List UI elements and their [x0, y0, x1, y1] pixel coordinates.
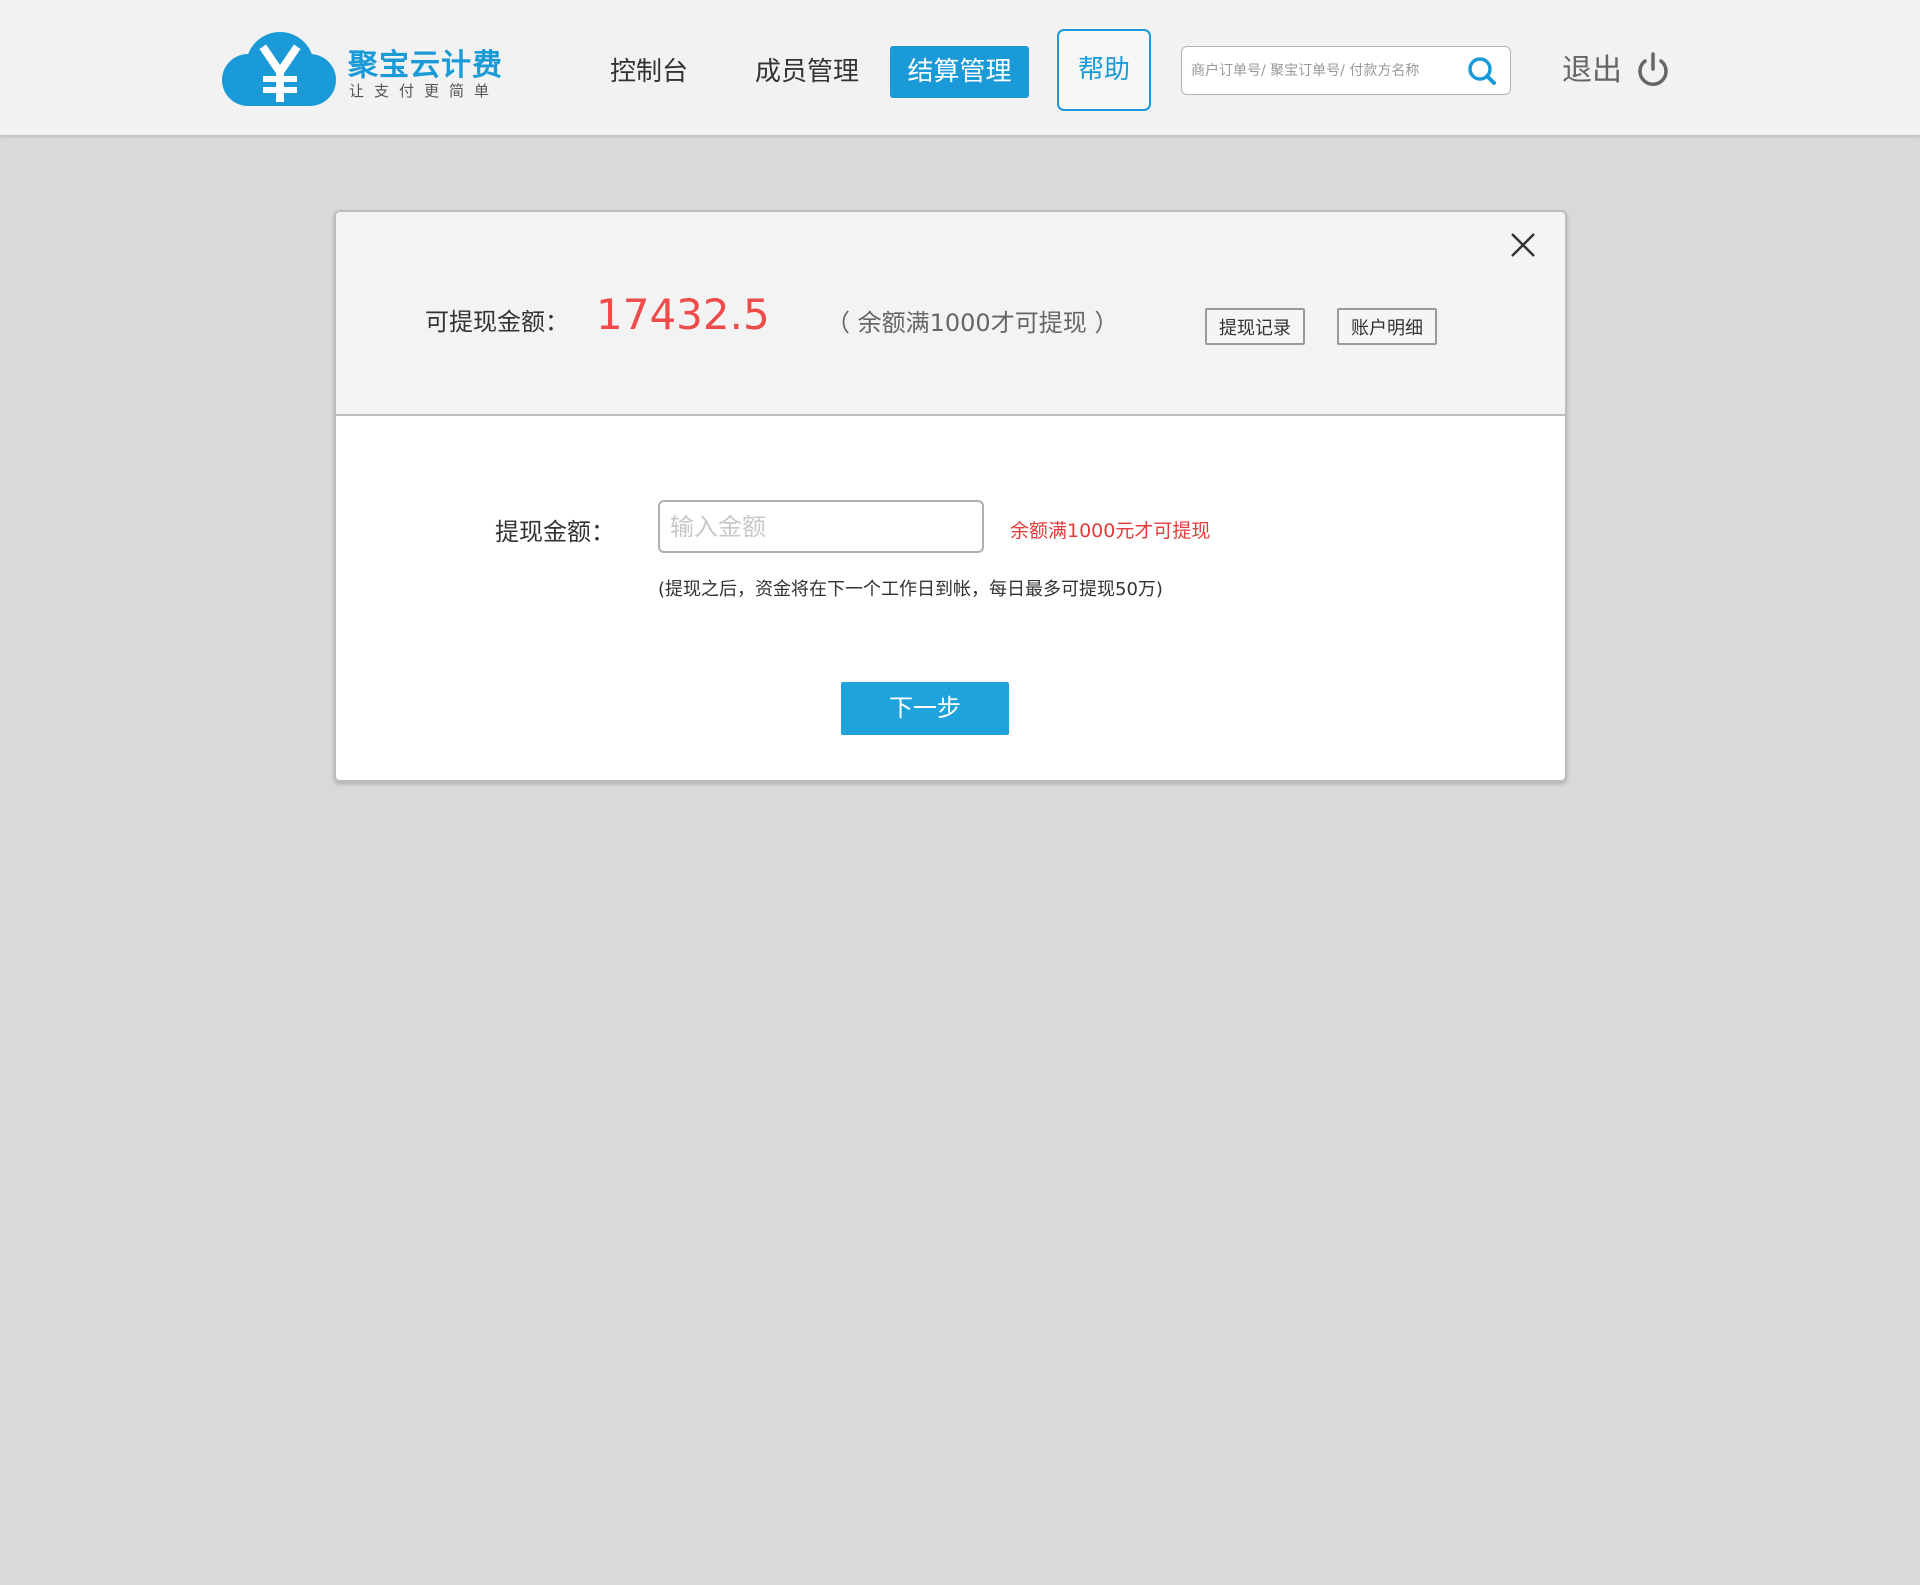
- nav-settlement[interactable]: 结算管理: [890, 46, 1029, 98]
- logo-slogan: 让支付更简单: [349, 82, 500, 100]
- cloud-yen-icon: [222, 32, 336, 106]
- withdraw-records-button[interactable]: 提现记录: [1205, 308, 1305, 345]
- logo[interactable]: 聚宝云计费 让支付更简单: [218, 32, 518, 107]
- logout-label[interactable]: 退出: [1562, 46, 1622, 96]
- withdraw-amount-hint: 余额满1000元才可提现: [1010, 520, 1211, 542]
- logo-name: 聚宝云计费: [348, 48, 503, 83]
- search-input[interactable]: [1182, 47, 1461, 94]
- close-icon[interactable]: [1507, 229, 1539, 261]
- dialog-summary: 可提现金额： 17432.5 （ 余额满1000才可提现 ） 提现记录 账户明细: [336, 212, 1565, 416]
- help-button[interactable]: 帮助: [1057, 29, 1151, 111]
- withdraw-dialog: 可提现金额： 17432.5 （ 余额满1000才可提现 ） 提现记录 账户明细…: [334, 210, 1567, 782]
- available-note: （ 余额满1000才可提现 ）: [826, 309, 1119, 337]
- top-header: 聚宝云计费 让支付更简单 控制台 成员管理 结算管理 帮助 退出: [0, 0, 1920, 135]
- nav-members[interactable]: 成员管理: [755, 46, 859, 98]
- withdraw-amount-input[interactable]: [658, 500, 984, 553]
- available-label: 可提现金额：: [425, 308, 569, 336]
- available-amount: 17432.5: [596, 290, 770, 339]
- account-details-button[interactable]: 账户明细: [1337, 308, 1437, 345]
- power-icon[interactable]: [1636, 52, 1670, 88]
- search-box: [1181, 46, 1511, 95]
- withdraw-note: (提现之后，资金将在下一个工作日到帐，每日最多可提现50万): [658, 579, 1163, 600]
- nav-console[interactable]: 控制台: [610, 46, 688, 98]
- search-icon[interactable]: [1467, 56, 1497, 86]
- withdraw-amount-label: 提现金额：: [495, 518, 615, 546]
- next-step-button[interactable]: 下一步: [841, 682, 1009, 735]
